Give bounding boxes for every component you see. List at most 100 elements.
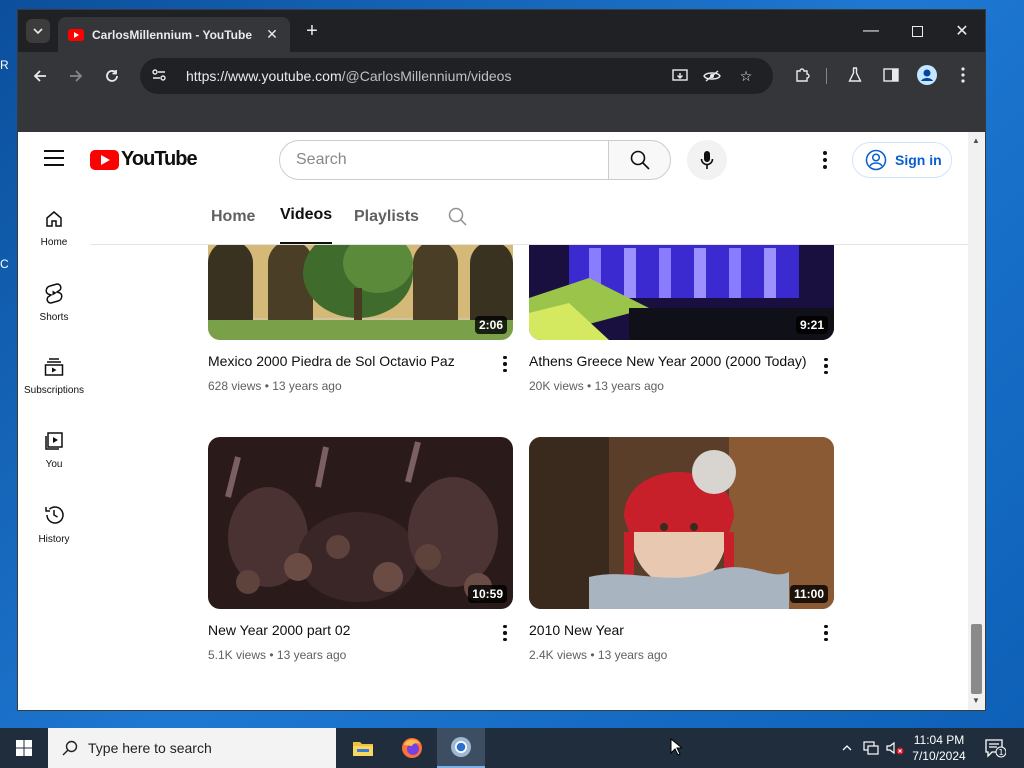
voice-search-button[interactable] <box>687 140 727 180</box>
new-tab-button[interactable]: + <box>300 19 324 43</box>
video-title[interactable]: Mexico 2000 Piedra de Sol Octavio Paz <box>208 353 455 369</box>
file-explorer-button[interactable] <box>339 728 387 768</box>
settings-menu-button[interactable] <box>815 148 835 172</box>
install-app-icon[interactable] <box>670 66 690 86</box>
notification-center-button[interactable]: 1 <box>980 728 1010 768</box>
arrow-right-icon <box>70 70 83 82</box>
browser-window: CarlosMillennium - YouTube ✕ + — ✕ https… <box>18 10 985 710</box>
chrome-button[interactable] <box>437 728 485 768</box>
video-duration: 11:00 <box>789 585 828 603</box>
maximize-icon <box>911 25 923 37</box>
video-menu-button[interactable] <box>820 623 832 643</box>
tab-search-button[interactable] <box>26 19 50 43</box>
youtube-favicon-icon <box>68 28 84 41</box>
channel-search-icon[interactable] <box>448 207 468 232</box>
extensions-icon[interactable] <box>790 63 814 87</box>
taskbar-search-box[interactable]: Type here to search <box>48 728 336 768</box>
video-title[interactable]: New Year 2000 part 02 <box>208 622 350 638</box>
home-icon <box>42 208 66 229</box>
arrow-left-icon <box>33 70 46 82</box>
toolbar-divider <box>826 68 827 84</box>
profile-avatar-icon[interactable] <box>915 63 939 87</box>
video-thumbnail[interactable]: 2:06 <box>208 245 513 340</box>
side-panel-icon[interactable] <box>879 63 903 87</box>
tab-close-button[interactable]: ✕ <box>264 26 280 43</box>
video-menu-button[interactable] <box>499 623 511 643</box>
youtube-page: YouTube Sign in Home <box>18 132 985 710</box>
tab-home[interactable]: Home <box>211 188 255 245</box>
video-meta: 2.4K views • 13 years ago <box>529 648 668 662</box>
chevron-down-icon <box>33 28 43 34</box>
channel-tab-bar: Home Videos Playlists <box>90 188 968 245</box>
notification-icon: 1 <box>985 739 1006 758</box>
forward-button[interactable] <box>62 62 90 90</box>
video-meta: 20K views • 13 years ago <box>529 379 664 393</box>
sign-in-button[interactable]: Sign in <box>852 142 952 178</box>
video-grid: 2:06 Mexico 2000 Piedra de Sol Octavio P… <box>18 245 968 710</box>
video-menu-button[interactable] <box>499 354 511 374</box>
close-window-button[interactable]: ✕ <box>939 10 985 52</box>
start-button[interactable] <box>0 728 48 768</box>
search-button[interactable] <box>608 140 671 180</box>
video-thumbnail[interactable]: 11:00 <box>529 437 834 609</box>
maximize-button[interactable] <box>894 10 940 52</box>
tab-videos[interactable]: Videos <box>280 188 333 244</box>
folder-icon <box>353 742 373 756</box>
tray-chevron-up-icon[interactable] <box>838 728 856 768</box>
video-meta: 628 views • 13 years ago <box>208 379 342 393</box>
guide-item-home[interactable]: Home <box>18 188 90 248</box>
search-icon <box>62 740 78 756</box>
page-scrollbar[interactable]: ▲ ▼ <box>968 132 985 710</box>
search-input[interactable] <box>279 140 609 180</box>
network-icon[interactable] <box>860 728 882 768</box>
video-thumbnail[interactable]: 9:21 <box>529 245 834 340</box>
video-duration: 2:06 <box>474 316 507 334</box>
scroll-up-arrow-icon[interactable]: ▲ <box>972 136 980 145</box>
video-meta: 5.1K views • 13 years ago <box>208 648 347 662</box>
firefox-button[interactable] <box>388 728 436 768</box>
reload-icon <box>106 70 118 82</box>
browser-toolbar: https://www.youtube.com/@CarlosMillenniu… <box>18 52 985 100</box>
eye-off-icon[interactable] <box>702 66 722 86</box>
video-title[interactable]: 2010 New Year <box>529 622 624 638</box>
site-info-icon[interactable] <box>152 68 174 84</box>
video-card[interactable]: 2:06 Mexico 2000 Piedra de Sol Octavio P… <box>208 245 513 393</box>
video-card[interactable]: 9:21 Athens Greece New Year 2000 (2000 T… <box>529 245 834 393</box>
windows-logo-icon <box>16 740 32 756</box>
scroll-down-arrow-icon[interactable]: ▼ <box>972 696 980 705</box>
video-thumbnail[interactable]: 10:59 <box>208 437 513 609</box>
minimize-button[interactable]: — <box>848 10 894 52</box>
firefox-icon <box>402 738 422 758</box>
url-text: https://www.youtube.com/@CarlosMillenniu… <box>186 68 512 84</box>
reload-button[interactable] <box>98 62 126 90</box>
tab-playlists[interactable]: Playlists <box>354 188 419 245</box>
notification-count: 1 <box>998 748 1003 757</box>
video-duration: 10:59 <box>468 585 507 603</box>
mouse-cursor-icon <box>670 737 684 761</box>
clock-time: 11:04 PM <box>913 733 965 747</box>
search-icon <box>630 150 650 170</box>
video-duration: 9:21 <box>795 316 828 334</box>
taskbar-search-placeholder: Type here to search <box>88 740 212 756</box>
back-button[interactable] <box>26 62 54 90</box>
taskbar-clock[interactable]: 11:04 PM 7/10/2024 <box>904 732 974 764</box>
scrollbar-thumb[interactable] <box>971 624 982 694</box>
windows-taskbar: Type here to search 11:04 PM 7/10/2024 1 <box>0 728 1024 768</box>
clock-date: 7/10/2024 <box>912 749 966 763</box>
bookmarks-bar <box>18 100 985 132</box>
menu-hamburger-icon[interactable] <box>44 150 64 166</box>
tab-title: CarlosMillennium - YouTube <box>92 27 253 42</box>
desktop-icon-label: C <box>0 257 9 271</box>
video-card[interactable]: 10:59 New Year 2000 part 02 5.1K views •… <box>208 437 513 662</box>
volume-muted-icon[interactable] <box>884 728 906 768</box>
video-menu-button[interactable] <box>820 356 832 376</box>
bookmark-star-icon[interactable]: ☆ <box>736 66 756 86</box>
youtube-logo[interactable]: YouTube <box>90 148 198 171</box>
video-card[interactable]: 11:00 2010 New Year 2.4K views • 13 year… <box>529 437 834 662</box>
address-bar[interactable]: https://www.youtube.com/@CarlosMillenniu… <box>140 58 773 94</box>
labs-flask-icon[interactable] <box>843 63 867 87</box>
browser-tab[interactable]: CarlosMillennium - YouTube ✕ <box>58 17 290 52</box>
video-title[interactable]: Athens Greece New Year 2000 (2000 Today) <box>529 353 807 369</box>
browser-menu-icon[interactable] <box>951 63 975 87</box>
logo-text: YouTube <box>121 148 198 170</box>
